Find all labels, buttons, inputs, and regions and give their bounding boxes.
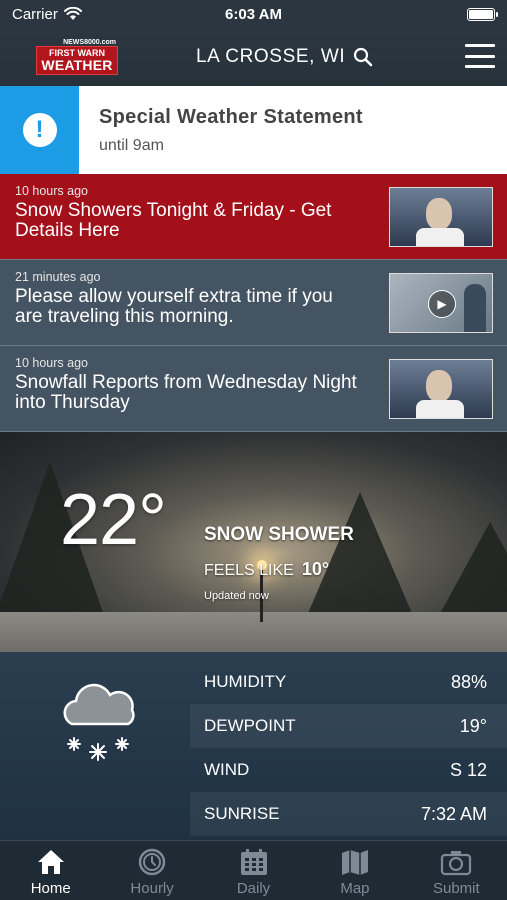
current-condition: SNOW SHOWER (204, 524, 354, 545)
search-icon (354, 47, 373, 67)
tab-submit[interactable]: Submit (406, 841, 507, 900)
clock-icon (138, 848, 166, 876)
news-text: 10 hours ago Snow Showers Tonight & Frid… (0, 174, 360, 259)
news-headline: Please allow yourself extra time if you … (15, 286, 333, 327)
detail-sunrise: SUNRISE 7:32 AM (190, 792, 507, 836)
updated-label: Updated now (204, 590, 269, 602)
detail-label: HUMIDITY (204, 672, 287, 691)
news-item[interactable]: 21 minutes ago Please allow yourself ext… (0, 260, 507, 346)
tab-hourly[interactable]: Hourly (101, 841, 202, 900)
logo-line2: WEATHER (41, 57, 113, 73)
current-conditions[interactable]: 22° SNOW SHOWER FEELS LIKE 10° Updated n… (0, 432, 507, 652)
news-item[interactable]: 10 hours ago Snow Showers Tonight & Frid… (0, 174, 507, 260)
app-header: NEWS8000.com FIRST WARN WEATHER LA CROSS… (0, 28, 507, 86)
detail-value: S 12 (449, 759, 487, 780)
news-headline: Snow Showers Tonight & Friday - Get Deta… (15, 200, 332, 241)
alert-text: Special Weather Statement until 9am (79, 86, 363, 174)
tab-home[interactable]: Home (0, 841, 101, 900)
news-thumbnail[interactable]: ▶ (389, 273, 493, 333)
battery-level (469, 9, 493, 19)
carrier-label: Carrier (12, 5, 58, 23)
alert-title: Special Weather Statement (99, 106, 363, 128)
tab-label: Daily (236, 880, 271, 897)
tab-bar: Home Hourly Daily Map Submit (0, 840, 507, 900)
camera-icon (441, 851, 472, 876)
background-ground (0, 612, 507, 652)
detail-value: 88% (450, 671, 487, 692)
detail-label: SUNRISE (204, 804, 280, 823)
location-search[interactable]: LA CROSSE, WI (196, 46, 373, 68)
news-time: 21 minutes ago (15, 270, 101, 284)
alert-icon-box: ! (0, 86, 79, 174)
news-thumbnail[interactable] (389, 187, 493, 247)
snow-cloud-icon (63, 683, 135, 761)
tab-label: Map (340, 880, 370, 897)
brand-logo: NEWS8000.com FIRST WARN WEATHER (32, 34, 122, 80)
news-thumbnail[interactable] (389, 359, 493, 419)
wifi-icon (63, 7, 82, 20)
logo-box: FIRST WARN WEATHER (36, 46, 118, 75)
news-text: 21 minutes ago Please allow yourself ext… (0, 260, 360, 345)
play-icon[interactable]: ▶ (428, 290, 456, 318)
home-icon (37, 850, 64, 874)
detail-value: 19° (459, 715, 487, 736)
feels-like-label: FEELS LIKE (204, 562, 294, 579)
menu-icon[interactable] (465, 44, 495, 68)
weather-alert-banner[interactable]: ! Special Weather Statement until 9am (0, 86, 507, 174)
tab-label: Home (30, 880, 71, 897)
alert-subtitle: until 9am (99, 137, 164, 154)
detail-label: DEWPOINT (204, 716, 296, 735)
weather-details: HUMIDITY 88% DEWPOINT 19° WIND S 12 SUNR… (0, 652, 507, 840)
news-item[interactable]: 10 hours ago Snowfall Reports from Wedne… (0, 346, 507, 432)
status-left: Carrier (12, 6, 82, 23)
map-icon (341, 850, 368, 875)
location-label: LA CROSSE, WI (196, 46, 346, 67)
feels-like-value: 10° (301, 559, 330, 579)
detail-humidity: HUMIDITY 88% (190, 660, 507, 704)
status-bar: Carrier 6:03 AM (0, 0, 507, 28)
calendar-icon (240, 849, 267, 875)
alert-icon: ! (22, 113, 57, 147)
feels-like: FEELS LIKE 10° (204, 559, 329, 580)
logo-site: NEWS8000.com (63, 39, 116, 46)
news-headline: Snowfall Reports from Wednesday Night in… (15, 372, 357, 413)
detail-wind: WIND S 12 (190, 748, 507, 792)
news-text: 10 hours ago Snowfall Reports from Wedne… (0, 346, 360, 431)
detail-label: WIND (204, 760, 250, 779)
detail-value: 7:32 AM (420, 803, 487, 824)
news-time: 10 hours ago (15, 356, 88, 370)
news-time: 10 hours ago (15, 184, 88, 198)
current-temperature: 22° (60, 480, 167, 560)
tab-label: Hourly (130, 880, 174, 897)
battery-icon (467, 7, 498, 21)
tab-map[interactable]: Map (304, 841, 405, 900)
detail-dewpoint: DEWPOINT 19° (190, 704, 507, 748)
tab-label: Submit (432, 880, 480, 897)
tab-daily[interactable]: Daily (203, 841, 304, 900)
